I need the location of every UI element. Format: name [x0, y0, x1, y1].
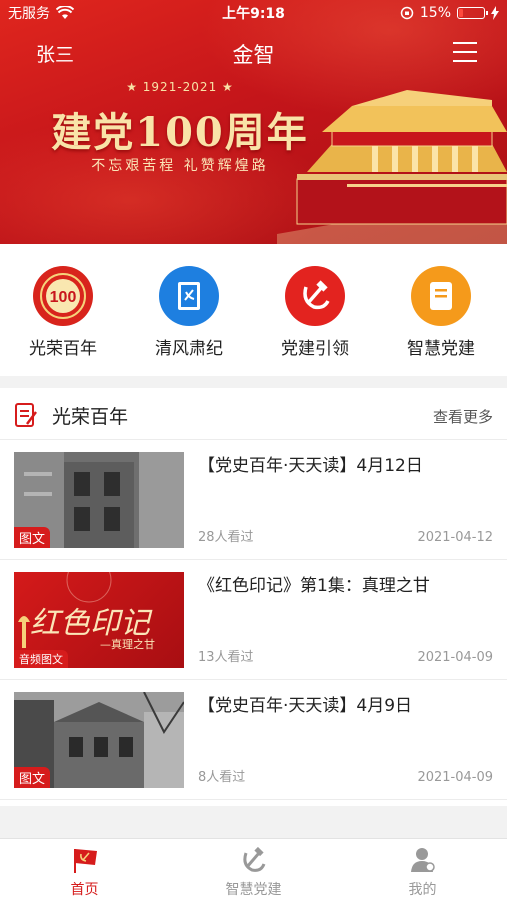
charging-bolt-icon — [491, 6, 499, 20]
news-title: 《红色印记》第1集：真理之甘 — [198, 576, 430, 596]
content-type-tag: 图文 — [14, 527, 51, 548]
publish-date: 2021-04-09 — [417, 650, 493, 665]
hamburger-icon[interactable] — [453, 42, 477, 62]
news-thumbnail: 图文 — [14, 692, 184, 788]
tab-label: 首页 — [70, 882, 99, 898]
news-thumbnail: 红色印记 —真理之甘 音频图文 — [14, 572, 184, 668]
quick-entry-party-lead[interactable]: 党建引领 — [260, 266, 370, 359]
party-book-icon — [159, 266, 219, 326]
quick-entry-clean-discipline[interactable]: 清风肃纪 — [134, 266, 244, 359]
party-flag-icon — [73, 849, 97, 873]
content-type-tag: 图文 — [14, 767, 51, 788]
hammer-sickle-icon — [285, 266, 345, 326]
hero-banner[interactable]: 无服务 上午9:18 15% 张三 金智 ★ 1921-2021 ★ 建党100… — [0, 0, 507, 244]
tab-smart-party[interactable]: 智慧党建 — [169, 839, 338, 900]
section-header: 光荣百年 查看更多 — [0, 388, 507, 440]
hammer-sickle-icon — [242, 846, 265, 872]
status-bar: 无服务 上午9:18 15% — [0, 0, 507, 26]
news-item[interactable]: 红色印记 —真理之甘 音频图文 《红色印记》第1集：真理之甘 13人看过 202… — [0, 560, 507, 680]
bottom-tab-bar: 首页 智慧党建 我的 — [0, 838, 507, 900]
battery-level — [459, 9, 463, 17]
document-icon — [411, 266, 471, 326]
news-thumbnail: 图文 — [14, 452, 184, 548]
article-list-icon — [15, 403, 37, 427]
view-count: 8人看过 — [198, 770, 246, 785]
quick-entry-glorious-century[interactable]: 100 光荣百年 — [8, 266, 118, 359]
tab-home[interactable]: 首页 — [0, 839, 169, 900]
section-title: 光荣百年 — [52, 406, 129, 428]
nav-bar: 张三 金智 — [0, 36, 507, 70]
view-more-link[interactable]: 查看更多 — [433, 406, 493, 427]
wifi-icon — [56, 6, 74, 19]
carrier-label: 无服务 — [8, 6, 50, 22]
orientation-lock-icon — [400, 6, 414, 20]
tab-mine[interactable]: 我的 — [338, 839, 507, 900]
news-title: 【党史百年·天天读】4月9日 — [198, 696, 413, 716]
tab-label: 我的 — [408, 882, 437, 898]
app-screen: 无服务 上午9:18 15% 张三 金智 ★ 1921-2021 ★ 建党100… — [0, 0, 507, 900]
battery-icon — [457, 7, 488, 19]
quick-entry-label: 智慧党建 — [407, 339, 475, 359]
svg-text:100: 100 — [50, 289, 77, 306]
quick-entry-smart-party[interactable]: 智慧党建 — [386, 266, 496, 359]
news-item[interactable]: 图文 【党史百年·天天读】4月12日 28人看过 2021-04-12 — [0, 440, 507, 560]
centenary-badge-icon: 100 — [33, 266, 93, 326]
news-item[interactable]: 图文 【党史百年·天天读】4月9日 8人看过 2021-04-09 — [0, 680, 507, 800]
quick-entry-grid: 100 光荣百年 清风肃纪 党建引领 智慧党建 — [0, 244, 507, 376]
news-section: 光荣百年 查看更多 图文 【党史百年·天天读】4月12日 28人看过 2021-… — [0, 388, 507, 806]
view-count: 28人看过 — [198, 530, 254, 545]
app-title: 金智 — [232, 43, 275, 67]
content-type-tag: 音频图文 — [14, 650, 68, 668]
quick-entry-label: 党建引领 — [281, 339, 349, 359]
tiananmen-illustration — [277, 90, 507, 244]
view-count: 13人看过 — [198, 650, 254, 665]
user-profile-icon — [410, 848, 435, 872]
battery-percent: 15% — [419, 5, 451, 21]
publish-date: 2021-04-09 — [417, 770, 493, 785]
news-title: 【党史百年·天天读】4月12日 — [198, 456, 423, 476]
quick-entry-label: 清风肃纪 — [155, 339, 223, 359]
thumbnail-subtitle: —真理之甘 — [100, 638, 155, 651]
quick-entry-label: 光荣百年 — [29, 339, 97, 359]
tab-label: 智慧党建 — [225, 882, 282, 898]
publish-date: 2021-04-12 — [417, 530, 493, 545]
